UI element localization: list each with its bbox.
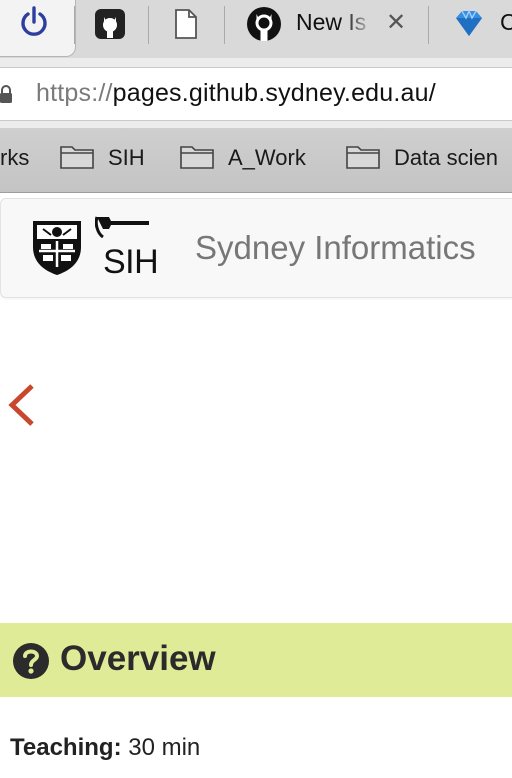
- document-icon[interactable]: [174, 8, 198, 45]
- github-icon[interactable]: [94, 8, 126, 45]
- tab-strip: New Is ✕ C: [0, 0, 512, 59]
- university-crest-logo[interactable]: [29, 217, 85, 282]
- folder-icon: [180, 143, 214, 174]
- diamond-icon[interactable]: [454, 8, 484, 43]
- url-scheme: https://: [36, 79, 113, 107]
- folder-icon: [60, 143, 94, 174]
- bookmark-folder-data-science[interactable]: Data scien: [346, 143, 498, 173]
- logo-text: SIH: [103, 243, 159, 281]
- teaching-value: 30 min: [121, 734, 201, 761]
- bookmark-folder-a-work[interactable]: A_Work: [180, 143, 306, 173]
- url-host: pages.github.sydney.edu.au/: [112, 79, 436, 107]
- bookmark-label: SIH: [108, 145, 145, 170]
- folder-icon: [346, 143, 380, 174]
- tab-close-icon[interactable]: ✕: [386, 8, 406, 38]
- site-header: SIH Sydney Informatics: [0, 198, 512, 298]
- question-circle-icon: [12, 642, 50, 685]
- overview-title: Overview: [60, 639, 216, 678]
- bookmark-item[interactable]: rks: [0, 143, 29, 173]
- hammer-icon: [94, 213, 151, 244]
- tab-separator: [428, 6, 429, 44]
- tab-title[interactable]: C: [500, 9, 512, 36]
- github-icon[interactable]: [246, 6, 282, 47]
- bookmark-label: A_Work: [228, 145, 306, 170]
- bookmark-folder-sih[interactable]: SIH: [60, 143, 145, 173]
- power-icon[interactable]: [18, 6, 50, 45]
- teaching-label: Teaching:: [10, 734, 122, 761]
- teaching-time: Teaching: 30 min: [10, 734, 200, 762]
- bookmarks-bar: rks SIH A_Work Data scien: [0, 128, 512, 193]
- bookmark-label: rks: [0, 145, 30, 170]
- tab-separator: [224, 6, 225, 44]
- bookmark-label: Data scien: [394, 145, 498, 170]
- address-bar: https://pages.github.sydney.edu.au/: [0, 58, 512, 128]
- site-title[interactable]: Sydney Informatics: [195, 229, 476, 267]
- tab-separator: [148, 6, 149, 44]
- web-page: SIH Sydney Informatics Overview Teaching…: [0, 193, 512, 778]
- overview-callout-header: Overview: [0, 623, 512, 697]
- browser-window: New Is ✕ C https://pages.github.sydney.e…: [0, 0, 512, 778]
- tab-title[interactable]: New Is: [296, 9, 374, 36]
- lock-icon: [0, 85, 12, 108]
- url-text[interactable]: https://pages.github.sydney.edu.au/: [36, 79, 436, 108]
- tab-separator: [74, 6, 75, 44]
- previous-lesson-arrow-icon[interactable]: [6, 383, 38, 427]
